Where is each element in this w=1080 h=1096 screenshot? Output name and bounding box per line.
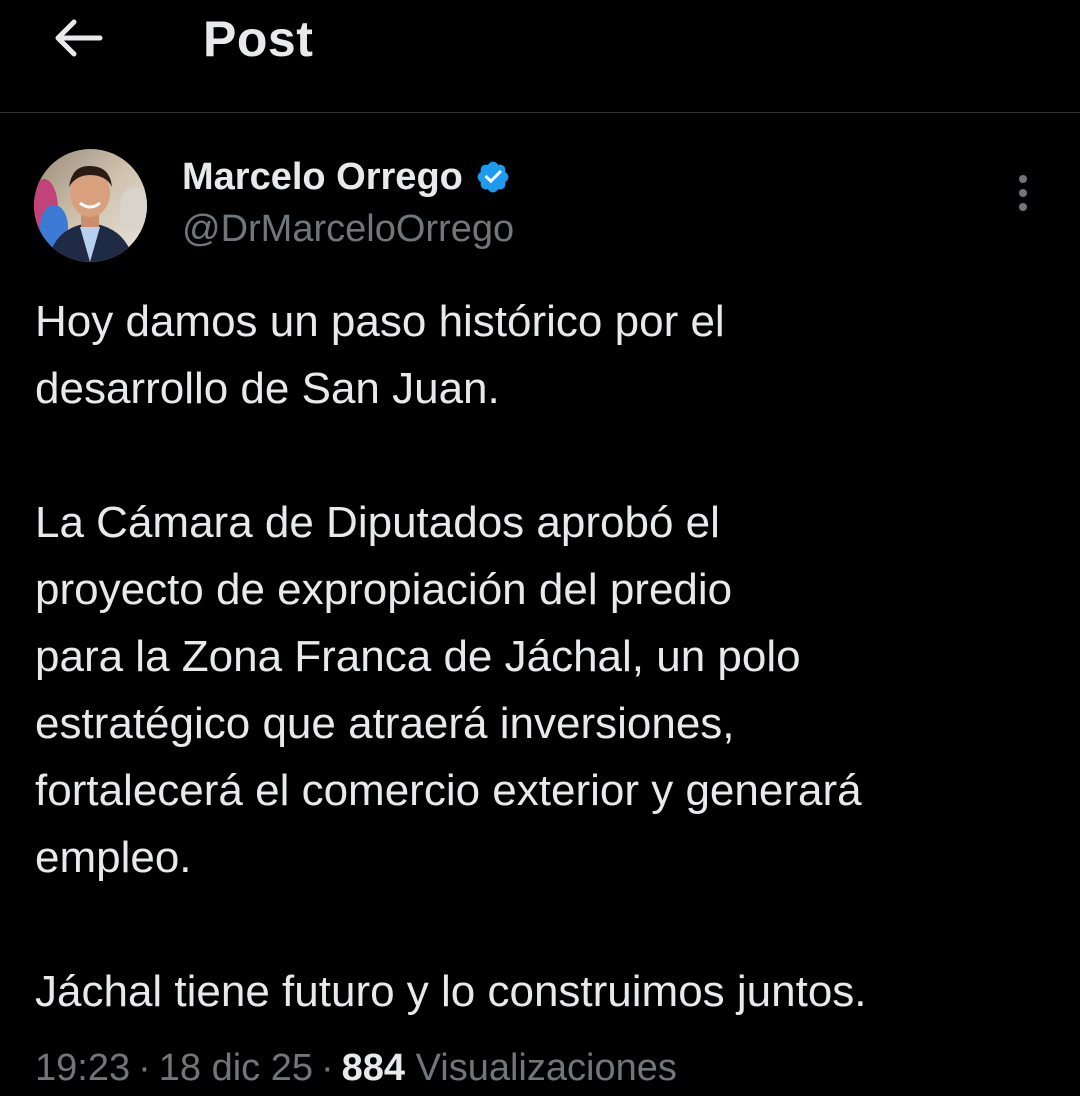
post-paragraph: Jáchal tiene futuro y lo construimos jun… — [35, 967, 867, 1016]
views-count[interactable]: 884 — [342, 1047, 405, 1089]
arrow-left-icon — [55, 19, 103, 57]
author-name-text: Marcelo Orrego — [182, 156, 463, 198]
post-meta: 19:23 · 18 dic 25 · 884 Visualizaciones — [35, 1040, 677, 1096]
author-handle[interactable]: @DrMarceloOrrego — [182, 204, 514, 254]
post-time[interactable]: 19:23 — [35, 1047, 130, 1089]
avatar[interactable] — [34, 149, 147, 262]
more-options-button[interactable] — [1000, 170, 1046, 216]
top-bar: Post — [0, 0, 1080, 113]
verified-badge-icon — [477, 161, 509, 193]
separator: · — [320, 1047, 334, 1089]
more-vertical-icon — [1019, 175, 1027, 211]
avatar-photo — [34, 149, 147, 262]
separator: · — [138, 1047, 151, 1089]
post-paragraph: La Cámara de Diputados aprobó el proyect… — [35, 498, 862, 882]
back-button[interactable] — [48, 10, 110, 66]
page-title: Post — [203, 11, 314, 67]
post-date[interactable]: 18 dic 25 — [159, 1047, 313, 1089]
views-label[interactable]: Visualizaciones — [416, 1047, 677, 1089]
post-paragraph: Hoy damos un paso histórico por el desar… — [35, 297, 725, 413]
post-text: Hoy damos un paso histórico por el desar… — [35, 288, 1055, 1025]
author-name[interactable]: Marcelo Orrego — [182, 152, 511, 202]
